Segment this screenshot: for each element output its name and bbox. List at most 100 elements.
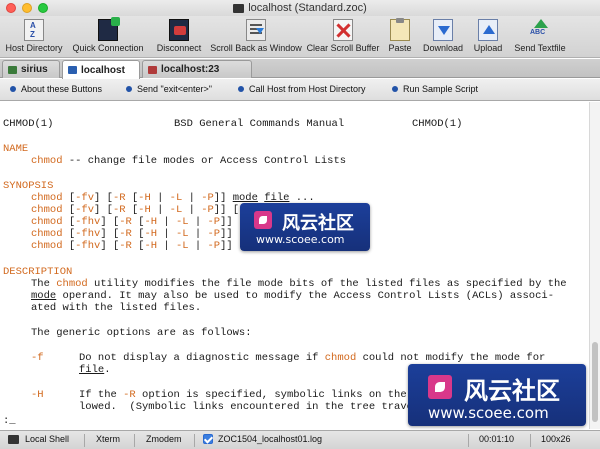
- quick-connection-label: Quick Connection: [72, 43, 144, 53]
- run-sample-script-label: Run Sample Script: [403, 84, 479, 94]
- screen-size-label: 100x26: [541, 434, 571, 444]
- tab-localhost[interactable]: localhost: [62, 60, 140, 79]
- send-textfile-button[interactable]: Send Textfile: [512, 16, 568, 58]
- description-heading: DESCRIPTION: [3, 266, 73, 278]
- window-controls: [6, 3, 48, 13]
- upload-label: Upload: [473, 43, 503, 53]
- scroll-back-label: Scroll Back as Window: [210, 43, 302, 53]
- brand-logo-icon: [428, 375, 452, 399]
- terminal-scrollbar[interactable]: [589, 102, 600, 429]
- emulation-status[interactable]: Xterm: [96, 434, 120, 444]
- user-button-bar: About these Buttons Send "exit<enter>" C…: [0, 79, 600, 101]
- window-title-text: localhost (Standard.zoc): [248, 2, 367, 14]
- disconnect-label: Disconnect: [156, 43, 202, 53]
- send-exit-button[interactable]: Send "exit<enter>": [126, 84, 212, 94]
- divider: [194, 434, 195, 447]
- send-textfile-label: Send Textfile: [514, 43, 566, 53]
- tab-localhost-23[interactable]: localhost:23: [142, 60, 252, 78]
- synopsis-line: chmod [-fhv] [-R [-H | -L | -P]] [-C: [31, 228, 258, 240]
- paste-icon: [390, 18, 410, 41]
- bullet-icon: [126, 86, 132, 92]
- download-icon: [433, 19, 453, 41]
- description-line: mode operand. It may also be used to mod…: [31, 290, 554, 302]
- download-button[interactable]: Download: [422, 16, 464, 58]
- call-host-button[interactable]: Call Host from Host Directory: [238, 84, 366, 94]
- tab-bar: sirius localhost localhost:23: [0, 59, 600, 79]
- quick-connection-icon: [98, 17, 120, 41]
- terminal-icon: [233, 3, 245, 13]
- brand-logo-icon: [254, 211, 272, 229]
- screen-size-status: 100x26: [541, 434, 571, 444]
- name-line: chmod -- change file modes or Access Con…: [31, 155, 347, 167]
- paste-button[interactable]: Paste: [386, 16, 414, 58]
- description-line: The generic options are as follows:: [31, 327, 252, 339]
- upload-button[interactable]: Upload: [472, 16, 504, 58]
- option-h-text: lowed. (Symbolic links encountered in th…: [79, 401, 432, 413]
- option-h-flag: -H: [31, 389, 44, 401]
- connection-type-status[interactable]: Local Shell: [8, 434, 69, 444]
- watermark-url: www.scoee.com: [428, 404, 549, 422]
- about-buttons-button[interactable]: About these Buttons: [10, 84, 102, 94]
- synopsis-line: chmod [-fhv] [-R [-H | -L | -P]] [-N: [31, 240, 258, 252]
- host-directory-button[interactable]: Host Directory: [4, 16, 64, 58]
- title-bar: localhost (Standard.zoc): [0, 0, 600, 16]
- connection-type-label: Local Shell: [25, 434, 70, 444]
- scrollbar-thumb[interactable]: [592, 342, 598, 422]
- scroll-back-button[interactable]: Scroll Back as Window: [210, 16, 302, 58]
- toolbar: Host Directory Quick Connection Disconne…: [0, 16, 600, 58]
- transfer-protocol-label: Zmodem: [146, 434, 182, 444]
- run-sample-script-button[interactable]: Run Sample Script: [392, 84, 478, 94]
- disconnect-button[interactable]: Disconnect: [152, 16, 206, 58]
- log-file-label: ZOC1504_localhost01.log: [218, 434, 323, 444]
- tab-label: localhost: [81, 64, 125, 76]
- synopsis-line: chmod [-fv] [-R [-H | -L | -P]] [-a: [31, 204, 252, 216]
- bullet-icon: [238, 86, 244, 92]
- man-header-left: CHMOD(1): [3, 118, 54, 130]
- tab-label: sirius: [21, 64, 48, 75]
- session-icon: [148, 65, 157, 74]
- online-time-label: 00:01:10: [479, 434, 515, 444]
- zoom-window-button[interactable]: [38, 3, 48, 13]
- bullet-icon: [10, 86, 16, 92]
- scroll-back-icon: [246, 19, 266, 41]
- about-buttons-label: About these Buttons: [21, 84, 103, 94]
- clear-scroll-buffer-button[interactable]: Clear Scroll Buffer: [305, 16, 381, 58]
- tab-label: localhost:23: [161, 64, 220, 75]
- watermark: 风云社区 www.scoee.com: [408, 364, 586, 426]
- clear-scroll-icon: [333, 19, 353, 41]
- quick-connection-button[interactable]: Quick Connection: [72, 16, 144, 58]
- terminal-icon: [8, 434, 19, 444]
- minimize-window-button[interactable]: [22, 3, 32, 13]
- status-bar: Local Shell Xterm Zmodem ZOC1504_localho…: [0, 430, 600, 449]
- session-icon: [68, 66, 77, 74]
- emulation-label: Xterm: [96, 434, 121, 444]
- man-header-center: BSD General Commands Manual: [174, 118, 345, 130]
- description-line: The chmod utility modifies the file mode…: [31, 278, 567, 290]
- pager-prompt: :_: [3, 415, 16, 427]
- man-header-right: CHMOD(1): [412, 118, 463, 130]
- tab-sirius[interactable]: sirius: [2, 60, 60, 78]
- call-host-label: Call Host from Host Directory: [249, 84, 366, 94]
- option-f-flag: -f: [31, 352, 44, 364]
- checkbox-checked-icon[interactable]: [203, 434, 213, 444]
- online-time-status: 00:01:10: [479, 434, 514, 444]
- close-window-button[interactable]: [6, 3, 16, 13]
- option-f-text: file.: [79, 364, 111, 376]
- logging-status[interactable]: ZOC1504_localhost01.log: [203, 434, 322, 444]
- send-textfile-icon: [530, 19, 550, 41]
- name-heading: NAME: [3, 143, 29, 155]
- upload-icon: [478, 19, 498, 41]
- divider: [530, 434, 531, 447]
- watermark-url: www.scoee.com: [256, 233, 345, 246]
- synopsis-line: chmod [-fhv] [-R [-H | -L | -P]] [-E: [31, 216, 258, 228]
- watermark: 风云社区 www.scoee.com: [240, 203, 370, 251]
- option-h-text: If the -R option is specified, symbolic …: [79, 389, 439, 401]
- session-icon: [8, 65, 17, 74]
- window-title: localhost (Standard.zoc): [233, 2, 367, 14]
- host-directory-label: Host Directory: [5, 43, 63, 53]
- option-f-text: Do not display a diagnostic message if c…: [79, 352, 546, 364]
- disconnect-icon: [169, 19, 189, 41]
- transfer-protocol-status[interactable]: Zmodem: [146, 434, 182, 444]
- description-line: ated with the listed files.: [31, 302, 202, 314]
- divider: [468, 434, 469, 447]
